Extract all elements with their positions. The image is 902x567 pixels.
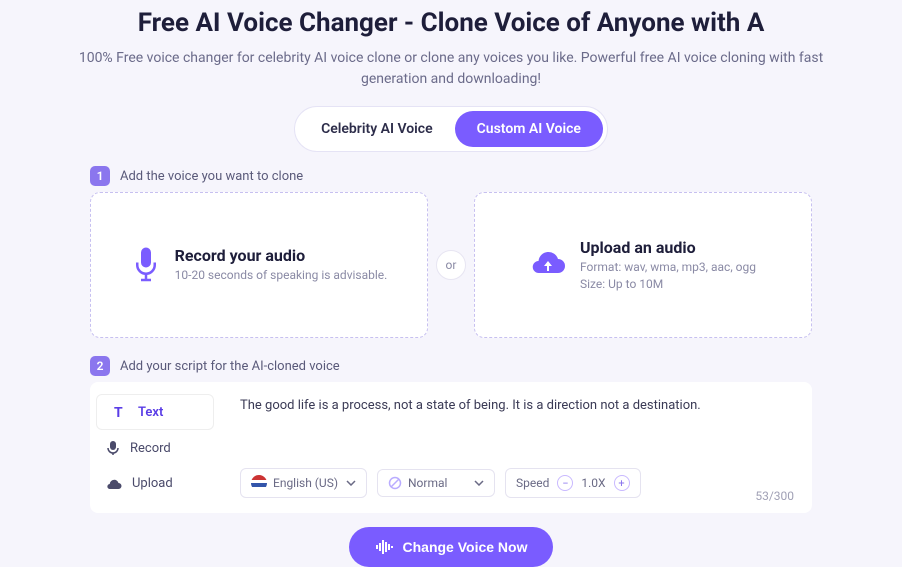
- step2-header: 2 Add your script for the AI-cloned voic…: [90, 356, 812, 376]
- chevron-down-icon: [474, 480, 484, 486]
- speed-increase-button[interactable]: +: [614, 475, 630, 491]
- language-value: English (US): [273, 476, 338, 490]
- step2-number: 2: [90, 356, 110, 376]
- script-tab-record[interactable]: Record: [90, 430, 220, 466]
- step2-label: Add your script for the AI-cloned voice: [120, 359, 340, 374]
- upload-card-line1: Format: wav, wma, mp3, aac, ogg: [580, 259, 756, 276]
- change-voice-button[interactable]: Change Voice Now: [349, 527, 554, 567]
- script-tab-record-label: Record: [130, 441, 171, 456]
- script-tab-text-label: Text: [138, 405, 163, 420]
- text-icon: T: [112, 404, 128, 420]
- microphone-small-icon: [106, 440, 120, 456]
- upload-card-line2: Size: Up to 10M: [580, 276, 756, 293]
- step1-number: 1: [90, 166, 110, 186]
- speed-control: Speed − 1.0X +: [505, 468, 641, 498]
- waveform-icon: [375, 539, 393, 555]
- record-audio-card[interactable]: Record your audio 10-20 seconds of speak…: [90, 192, 428, 338]
- script-textarea[interactable]: The good life is a process, not a state …: [240, 396, 792, 460]
- speed-value: 1.0X: [581, 476, 605, 490]
- page-subtitle: 100% Free voice changer for celebrity AI…: [71, 48, 831, 90]
- chevron-down-icon: [346, 480, 356, 486]
- step1-label: Add the voice you want to clone: [120, 169, 303, 184]
- svg-text:T: T: [114, 405, 123, 420]
- upload-audio-card[interactable]: Upload an audio Format: wav, wma, mp3, a…: [474, 192, 812, 338]
- speed-decrease-button[interactable]: −: [557, 475, 573, 491]
- script-tab-upload[interactable]: Upload: [90, 466, 220, 501]
- flag-us-icon: [251, 475, 267, 491]
- script-tab-text[interactable]: T Text: [96, 394, 214, 430]
- language-select[interactable]: English (US): [240, 468, 367, 498]
- script-tabs: T Text Record Upload: [90, 382, 220, 513]
- cloud-upload-icon: [530, 251, 566, 279]
- tab-celebrity[interactable]: Celebrity AI Voice: [299, 111, 455, 147]
- page-title: Free AI Voice Changer - Clone Voice of A…: [40, 8, 862, 38]
- char-count: 53/300: [755, 489, 794, 503]
- voice-mode-tabs: Celebrity AI Voice Custom AI Voice: [294, 106, 608, 152]
- cta-label: Change Voice Now: [403, 539, 528, 555]
- record-card-subtitle: 10-20 seconds of speaking is advisable.: [175, 267, 388, 284]
- style-value: Normal: [408, 476, 447, 490]
- script-tab-upload-label: Upload: [132, 476, 173, 491]
- or-divider: or: [436, 250, 466, 280]
- record-card-title: Record your audio: [175, 246, 388, 265]
- cloud-small-icon: [106, 478, 122, 490]
- microphone-icon: [131, 245, 161, 285]
- script-block: T Text Record Upload The good life is a …: [90, 382, 812, 513]
- upload-card-title: Upload an audio: [580, 238, 756, 257]
- speed-label: Speed: [516, 476, 549, 490]
- circle-slash-icon: [388, 476, 402, 490]
- tab-custom[interactable]: Custom AI Voice: [455, 111, 603, 147]
- step1-header: 1 Add the voice you want to clone: [90, 166, 812, 186]
- style-select[interactable]: Normal: [377, 469, 495, 497]
